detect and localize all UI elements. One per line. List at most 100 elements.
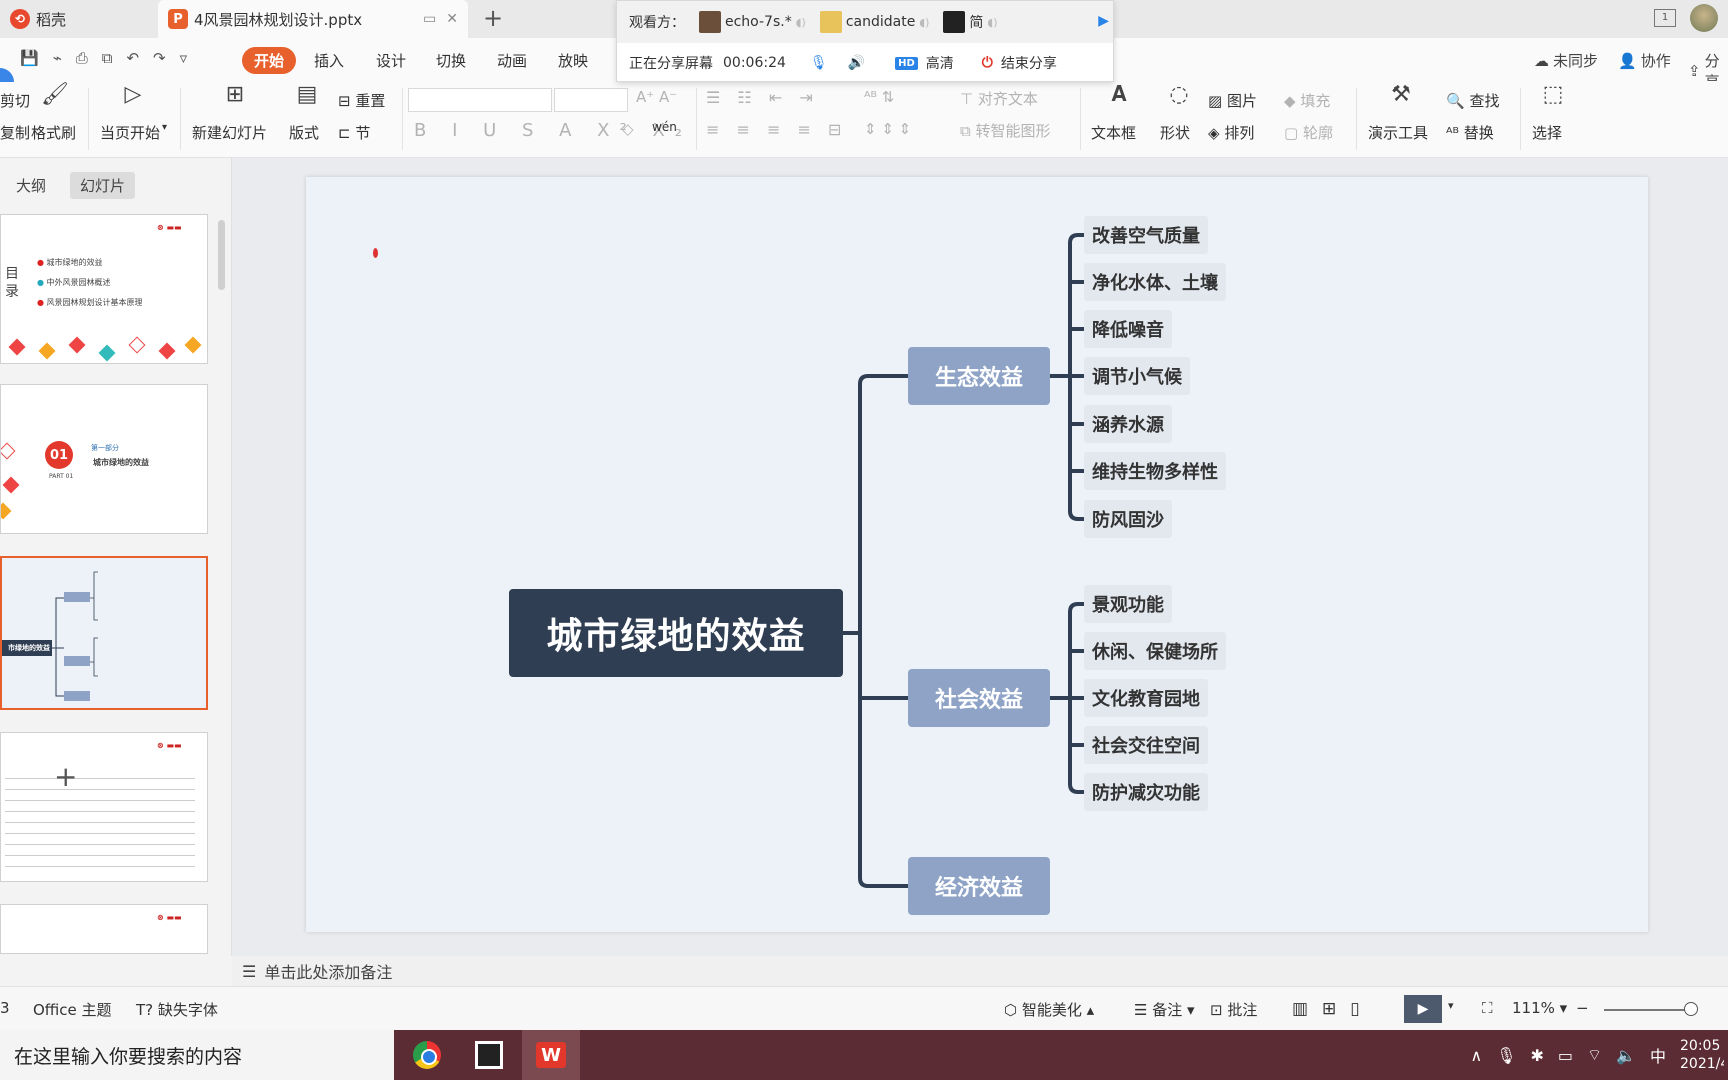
dropdown-arrow-icon[interactable]: ▾ [162, 122, 167, 133]
textbox-button[interactable]: 文本框 [1091, 122, 1136, 143]
layout-button[interactable]: 版式 [289, 122, 319, 143]
hd-icon[interactable]: HD [895, 56, 918, 70]
menu-insert[interactable]: 插入 [314, 50, 344, 71]
menu-slideshow[interactable]: 放映 [558, 50, 588, 71]
battery-icon[interactable]: ▭ [1558, 1046, 1573, 1065]
text-direction-icon[interactable]: ᴬᴮ ⇅ [864, 88, 894, 106]
leaf-node[interactable]: 改善空气质量 [1084, 216, 1208, 254]
smart-beautify-button[interactable]: ⬡ 智能美化 ▴ [1004, 999, 1094, 1020]
smart-shape-button[interactable]: ⧉ 转智能图形 [960, 120, 1051, 141]
leaf-node[interactable]: 净化水体、土壤 [1084, 263, 1226, 301]
zoom-out-icon[interactable]: − [1576, 999, 1589, 1017]
volume-icon[interactable]: 🔈 [1616, 1046, 1636, 1065]
ime-indicator[interactable]: 中 [1650, 1043, 1666, 1067]
slide-thumbnail-2[interactable]: 01 PART 01 第一部分 城市绿地的效益 [0, 384, 208, 534]
slide-thumbnail-1[interactable]: 目录 ● 城市绿地的效益 ● 中外风景园林概述 ● 风景园林规划设计基本原理 ⊗… [0, 214, 208, 364]
slide-thumbnail-4[interactable]: ⊗ ▬▬ [0, 732, 208, 882]
slide-thumbnail-3[interactable]: 市绿地的效益 [0, 556, 208, 710]
select-button[interactable]: 选择 [1532, 122, 1562, 143]
section-button[interactable]: ⊏ 节 [338, 122, 370, 143]
phonetic-icon[interactable]: wén [652, 120, 677, 134]
presenter-tools-button[interactable]: 演示工具 [1368, 122, 1428, 143]
tray-app-icon[interactable]: ✱ [1530, 1046, 1543, 1065]
menu-animation[interactable]: 动画 [497, 50, 527, 71]
print-preview-icon[interactable]: ⧉ [102, 49, 113, 67]
share-link-icon[interactable]: ⌁ [53, 49, 62, 67]
find-button[interactable]: 🔍 查找 [1446, 90, 1499, 111]
branch-social[interactable]: 社会效益 [908, 669, 1050, 727]
leaf-node[interactable]: 防风固沙 [1084, 500, 1172, 538]
save-icon[interactable]: 💾 [20, 49, 39, 67]
collaborate-button[interactable]: 👤 协作 [1618, 50, 1671, 71]
wps-taskbar-button[interactable]: W [522, 1030, 580, 1080]
power-icon[interactable]: ⏻ [982, 55, 993, 71]
tab-outline[interactable]: 大纲 [6, 172, 56, 199]
leaf-node[interactable]: 维持生物多样性 [1084, 452, 1226, 490]
menu-home[interactable]: 开始 [242, 47, 297, 74]
align-buttons[interactable]: ≡ ≡ ≡ ≡ ⊟ [706, 120, 847, 139]
leaf-node[interactable]: 降低噪音 [1084, 310, 1172, 348]
font-style-buttons[interactable]: B I U S A X² X₂ [414, 120, 692, 141]
new-slide-button[interactable]: 新建幻灯片 [192, 122, 267, 143]
redo-icon[interactable]: ↷ [153, 49, 166, 67]
font-size-select[interactable] [554, 88, 628, 112]
play-from-current-button[interactable]: 当页开始 [100, 122, 160, 143]
arrange-button[interactable]: ◈ 排列 [1208, 122, 1254, 143]
replace-button[interactable]: ᴬᴮ 替换 [1446, 122, 1494, 143]
close-icon[interactable]: ✕ [446, 11, 458, 27]
system-clock[interactable]: 20:05 2021/4 [1680, 1037, 1724, 1073]
clear-format-icon[interactable]: ◇ [622, 120, 634, 138]
new-tab-button[interactable]: + [478, 4, 508, 32]
picture-button[interactable]: ▨ 图片 [1208, 90, 1257, 111]
notes-area[interactable]: ☰ 单击此处添加备注 [232, 956, 1728, 986]
leaf-node[interactable]: 涵养水源 [1084, 405, 1172, 443]
tray-expand-icon[interactable]: ∧ [1470, 1046, 1482, 1065]
align-text-button[interactable]: ⊤ 对齐文本 [960, 88, 1038, 109]
leaf-node[interactable]: 景观功能 [1084, 585, 1172, 623]
slideshow-play-button[interactable]: ▶ [1404, 995, 1442, 1023]
menu-transition[interactable]: 切换 [436, 50, 466, 71]
slide-thumbnail-5[interactable]: ⊗ ▬▬ [0, 904, 208, 954]
shape-button[interactable]: 形状 [1160, 122, 1190, 143]
tab-slides[interactable]: 幻灯片 [70, 172, 136, 199]
reset-button[interactable]: ⊟ 重置 [338, 90, 385, 111]
view-mode-buttons[interactable]: ▥⊞▯ [1292, 999, 1374, 1019]
taskbar-search[interactable]: 在这里输入你要搜索的内容 [0, 1030, 394, 1080]
leaf-node[interactable]: 防护减灾功能 [1084, 773, 1208, 811]
notes-toggle-button[interactable]: ☰ 备注 ▾ [1134, 999, 1195, 1020]
zoom-slider-handle[interactable] [1684, 1002, 1698, 1016]
panel-scrollbar[interactable] [218, 220, 225, 290]
window-count-icon[interactable]: 1 [1654, 9, 1676, 27]
wifi-icon[interactable]: ⌔ [1587, 1045, 1602, 1065]
list-buttons[interactable]: ☰ ☷ ⇤ ⇥ [706, 88, 819, 107]
zoom-level[interactable]: 111% ▾ [1512, 999, 1567, 1017]
expand-viewers-icon[interactable]: ▶ [1098, 13, 1109, 29]
tab-pptx[interactable]: P 4风景园林规划设计.pptx ▭ ✕ [158, 0, 468, 38]
format-painter-button[interactable]: 格式刷 [31, 122, 76, 143]
viewer-item[interactable]: 简 ◖) [943, 11, 998, 33]
qr-app-taskbar-button[interactable] [460, 1030, 518, 1080]
microphone-icon[interactable]: 🎙 [810, 55, 828, 71]
cut-button[interactable]: 剪切 [0, 90, 30, 111]
missing-font-button[interactable]: T? 缺失字体 [136, 999, 218, 1020]
leaf-node[interactable]: 文化教育园地 [1084, 679, 1208, 717]
speaker-icon[interactable]: 🔊 [848, 55, 865, 71]
menu-design[interactable]: 设计 [376, 50, 406, 71]
tab-docer[interactable]: ⟲ 稻壳 [0, 0, 155, 38]
chrome-taskbar-button[interactable] [398, 1030, 456, 1080]
sync-status[interactable]: ☁ 未同步 [1534, 50, 1598, 71]
add-slide-button[interactable]: + [54, 760, 77, 793]
viewer-item[interactable]: candidate ◖) [819, 11, 929, 33]
fill-button[interactable]: ◆ 填充 [1284, 90, 1330, 111]
slide-canvas[interactable] [306, 177, 1648, 932]
branch-ecological[interactable]: 生态效益 [908, 347, 1050, 405]
quality-label[interactable]: 高清 [926, 53, 954, 73]
customize-dropdown-icon[interactable]: ▿ [180, 49, 188, 67]
user-avatar[interactable] [1690, 4, 1718, 32]
leaf-node[interactable]: 休闲、保健场所 [1084, 632, 1226, 670]
outline-button[interactable]: ▢ 轮廓 [1284, 122, 1333, 143]
viewer-item[interactable]: echo-7s.* ◖) [699, 11, 806, 33]
comment-button[interactable]: ⊡ 批注 [1210, 999, 1257, 1020]
line-spacing-icon[interactable]: ⇕ ⇕ ⇕ [864, 120, 911, 138]
undo-icon[interactable]: ↶ [126, 49, 139, 67]
